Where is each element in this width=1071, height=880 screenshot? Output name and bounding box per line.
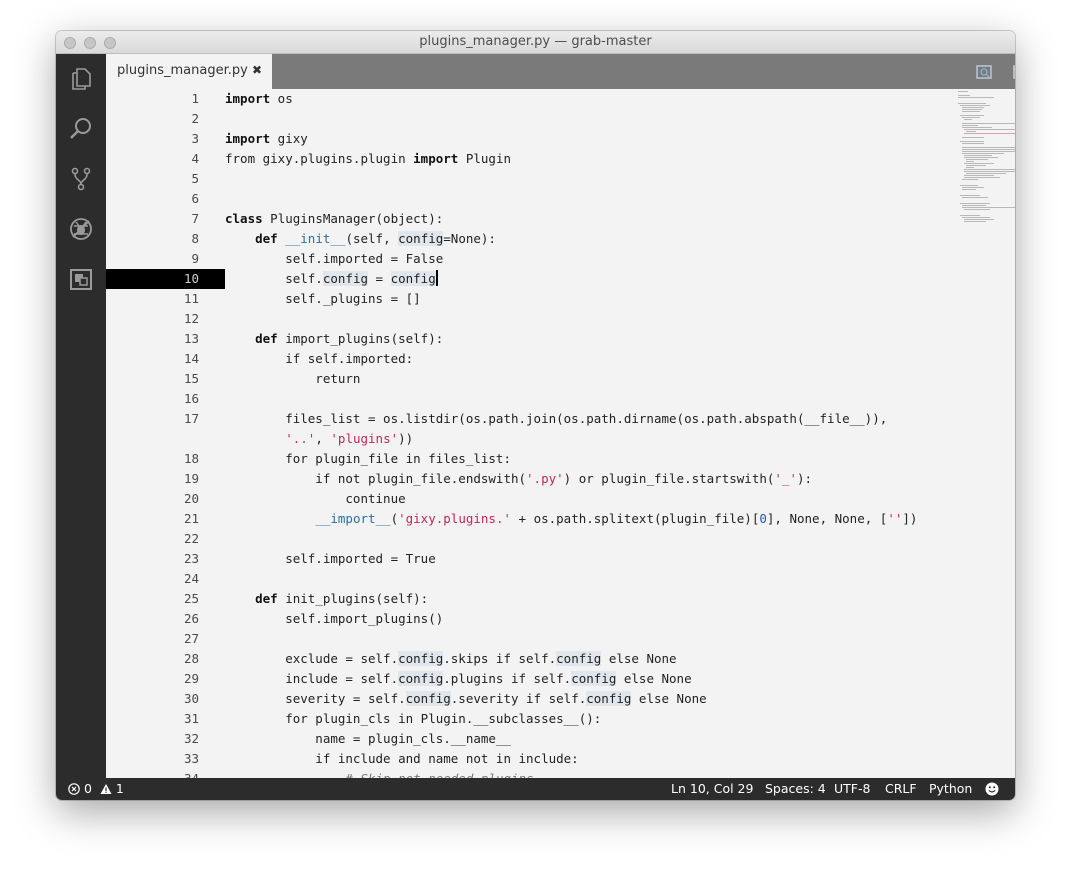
code-line[interactable]: __import__('gixy.plugins.' + os.path.spl… (225, 509, 917, 529)
line-number: 27 (183, 631, 199, 646)
code-line[interactable]: for plugin_cls in Plugin.__subclasses__(… (225, 709, 601, 729)
code-line[interactable]: for plugin_file in files_list: (225, 449, 511, 469)
cursor-position[interactable]: Ln 10, Col 29 (671, 781, 753, 796)
line-number: 23 (183, 551, 199, 566)
status-bar: 0 1 Ln 10, Col 29 Spaces: 4 UTF-8 CRLF P… (56, 778, 1015, 800)
line-number: 30 (183, 691, 199, 706)
line-number: 32 (183, 731, 199, 746)
line-number: 6 (191, 191, 199, 206)
window-title: plugins_manager.py — grab-master (419, 34, 652, 49)
line-number: 31 (183, 711, 199, 726)
search-icon[interactable] (68, 116, 94, 142)
tab-label: plugins_manager.py (117, 63, 248, 78)
title-bar: plugins_manager.py — grab-master (56, 31, 1015, 54)
line-number: 22 (183, 531, 199, 546)
code-line[interactable]: self.imported = False (225, 249, 443, 269)
line-number: 1 (191, 91, 199, 106)
split-editor-icon[interactable] (1012, 63, 1015, 81)
tab-bar: plugins_manager.py ✖ (106, 54, 1015, 89)
code-line[interactable]: class PluginsManager(object): (225, 209, 443, 229)
line-number: 14 (183, 351, 199, 366)
code-line[interactable]: include = self.config.plugins if self.co… (225, 669, 692, 689)
line-number: 13 (183, 331, 199, 346)
code-line[interactable]: if self.imported: (225, 349, 413, 369)
code-line-wrapped[interactable]: '..', 'plugins')) (225, 429, 413, 449)
indentation-status[interactable]: Spaces: 4 (765, 781, 826, 796)
smiley-icon[interactable] (985, 782, 999, 797)
line-number: 21 (183, 511, 199, 526)
active-line-number: 10 (106, 269, 225, 289)
code-editor[interactable]: 1 import os 2 3 import gixy 4 from gixy.… (106, 89, 1015, 778)
code-line[interactable]: name = plugin_cls.__name__ (225, 729, 511, 749)
line-number: 7 (191, 211, 199, 226)
line-number: 12 (183, 311, 199, 326)
line-number: 16 (183, 391, 199, 406)
line-number: 24 (183, 571, 199, 586)
code-line[interactable]: def import_plugins(self): (225, 329, 443, 349)
code-line[interactable]: # Skip not needed plugins (225, 769, 533, 778)
line-number: 20 (183, 491, 199, 506)
line-number: 33 (183, 751, 199, 766)
line-number: 3 (191, 131, 199, 146)
line-number: 26 (183, 611, 199, 626)
line-number: 11 (183, 291, 199, 306)
text-cursor (435, 270, 438, 286)
code-line[interactable]: self.import_plugins() (225, 609, 443, 629)
encoding-status[interactable]: UTF-8 (834, 781, 870, 796)
code-line[interactable]: from gixy.plugins.plugin import Plugin (225, 149, 511, 169)
tab-close-icon[interactable]: ✖ (252, 63, 262, 77)
line-number: 5 (191, 171, 199, 186)
warning-count: 1 (115, 781, 124, 796)
tab-plugins-manager[interactable]: plugins_manager.py ✖ (106, 54, 272, 89)
code-line[interactable]: severity = self.config.severity if self.… (225, 689, 707, 709)
minimap[interactable] (952, 89, 1015, 289)
code-line[interactable]: def __init__(self, config=None): (225, 229, 496, 249)
extensions-icon[interactable] (68, 266, 94, 292)
code-line[interactable]: self._plugins = [] (225, 289, 420, 309)
code-line[interactable]: if not plugin_file.endswith('.py') or pl… (225, 469, 812, 489)
editor-window: plugins_manager.py — grab-master plugins… (56, 31, 1015, 800)
line-number: 18 (183, 451, 199, 466)
code-line-active[interactable]: self.config = config (225, 269, 438, 289)
source-control-icon[interactable] (68, 166, 94, 192)
line-number: 17 (183, 411, 199, 426)
line-number: 4 (191, 151, 199, 166)
error-count: 0 (83, 781, 92, 796)
code-line[interactable]: import gixy (225, 129, 308, 149)
line-number: 25 (183, 591, 199, 606)
line-number: 29 (183, 671, 199, 686)
code-line[interactable]: continue (225, 489, 405, 509)
eol-status[interactable]: CRLF (885, 781, 917, 796)
line-number: 15 (183, 371, 199, 386)
line-number: 19 (183, 471, 199, 486)
line-number: 9 (191, 251, 199, 266)
code-line[interactable]: exclude = self.config.skips if self.conf… (225, 649, 677, 669)
open-preview-icon[interactable] (975, 63, 993, 81)
line-number: 8 (191, 231, 199, 246)
activity-bar (56, 54, 106, 778)
problems-status[interactable]: 0 1 (68, 781, 124, 796)
code-line[interactable]: def init_plugins(self): (225, 589, 428, 609)
error-icon (68, 783, 80, 795)
code-line[interactable]: files_list = os.listdir(os.path.join(os.… (225, 409, 887, 429)
line-number: 34 (106, 769, 199, 778)
warning-icon (100, 783, 112, 795)
code-line[interactable]: import os (225, 89, 293, 109)
code-line[interactable]: return (225, 369, 360, 389)
line-number: 28 (183, 651, 199, 666)
code-line[interactable]: self.imported = True (225, 549, 436, 569)
explorer-icon[interactable] (68, 66, 94, 92)
language-status[interactable]: Python (929, 781, 972, 796)
debug-icon[interactable] (68, 216, 94, 242)
line-number: 2 (191, 111, 199, 126)
code-line[interactable]: if include and name not in include: (225, 749, 578, 769)
